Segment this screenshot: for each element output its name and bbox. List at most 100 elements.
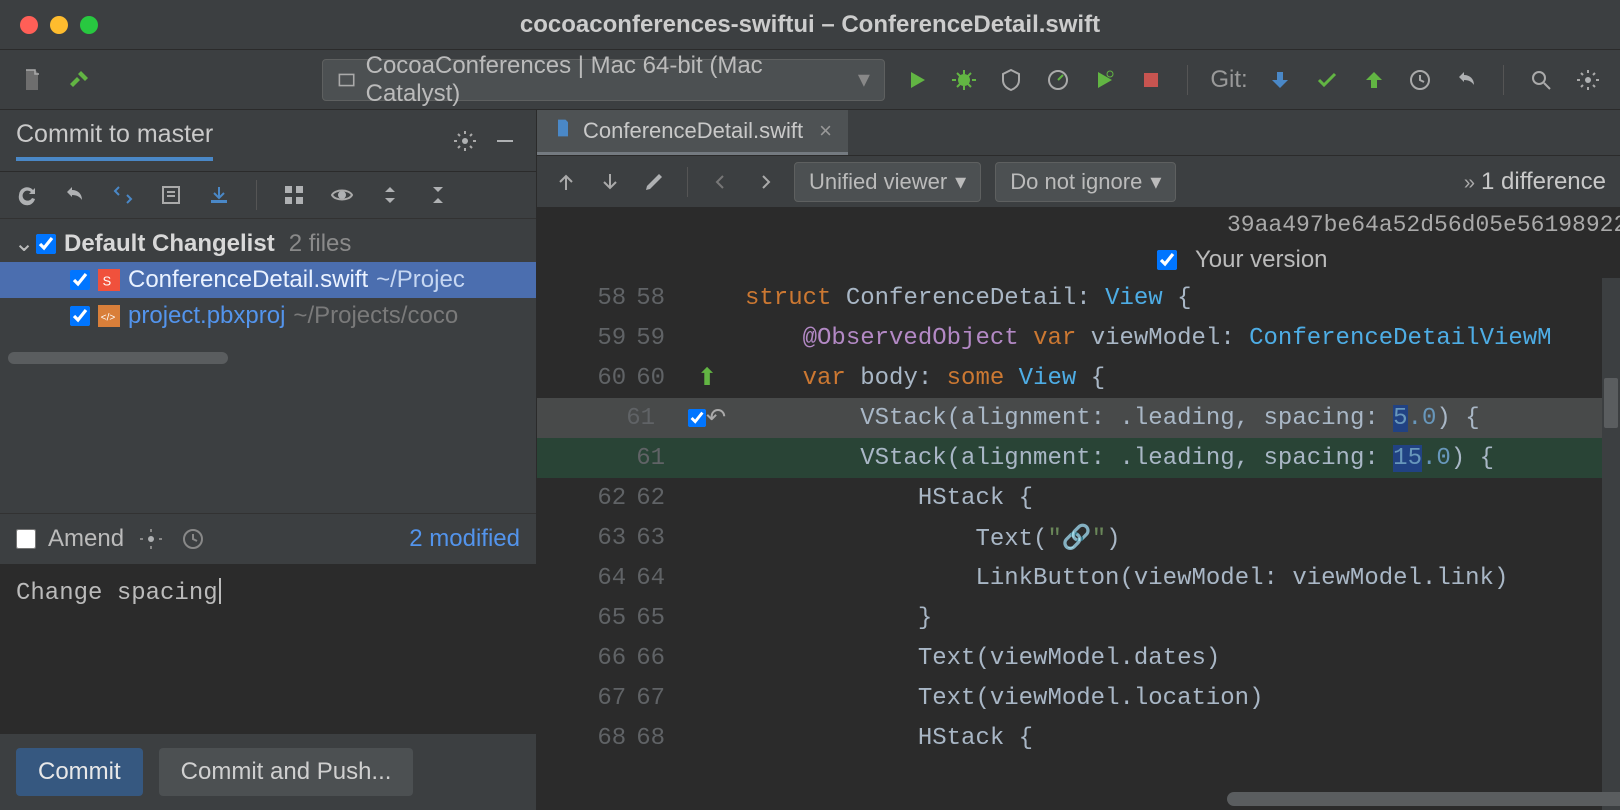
marker-bar[interactable] — [1602, 278, 1620, 810]
attach-icon[interactable] — [1090, 65, 1119, 95]
group-by-icon[interactable] — [279, 180, 309, 210]
diff-toolbar: Unified viewer ▾ Do not ignore ▾ »1 diff… — [537, 156, 1620, 208]
commit-and-push-button[interactable]: Commit and Push... — [159, 748, 414, 796]
git-pull-icon[interactable] — [1266, 65, 1295, 95]
line-number-gutter: 6060 — [537, 365, 677, 392]
zoom-window-button[interactable] — [80, 16, 98, 34]
chevron-down-icon: ▾ — [955, 169, 966, 195]
main-toolbar: CocoaConferences | Mac 64-bit (Mac Catal… — [0, 50, 1620, 110]
refresh-icon[interactable] — [12, 180, 42, 210]
code-line[interactable]: 6565 } — [537, 598, 1620, 638]
diff-icon[interactable] — [108, 180, 138, 210]
text-cursor — [219, 578, 221, 604]
code-line[interactable]: 6363 Text("🔗") — [537, 518, 1620, 558]
changelist-icon[interactable] — [156, 180, 186, 210]
next-change-icon[interactable] — [595, 167, 625, 197]
your-version-checkbox[interactable] — [1157, 250, 1177, 270]
edit-icon[interactable] — [639, 167, 669, 197]
commit-message-text: Change spacing — [16, 580, 218, 607]
code-line[interactable]: 6464 LinkButton(viewModel: viewModel.lin… — [537, 558, 1620, 598]
file-checkbox[interactable] — [70, 270, 90, 290]
ignore-mode-selector[interactable]: Do not ignore ▾ — [995, 162, 1176, 202]
line-number-gutter: 6565 — [537, 605, 677, 632]
profile-icon[interactable] — [1043, 65, 1072, 95]
settings-gear-icon[interactable] — [1573, 65, 1602, 95]
line-number-gutter: 6666 — [537, 645, 677, 672]
file-checkbox[interactable] — [70, 306, 90, 326]
editor-area: ConferenceDetail.swift × Unified viewer … — [537, 110, 1620, 810]
horizontal-scrollbar[interactable] — [8, 352, 228, 364]
changelist-node[interactable]: ⌄ Default Changelist 2 files — [0, 225, 536, 262]
hammer-build-icon[interactable] — [65, 65, 94, 95]
close-window-button[interactable] — [20, 16, 38, 34]
your-version-row: Your version — [537, 242, 1620, 278]
commit-panel-header: Commit to master — [0, 110, 536, 172]
code-content: Text("🔗") — [737, 523, 1121, 553]
expand-icon[interactable] — [375, 180, 405, 210]
code-line[interactable]: 6262 HStack { — [537, 478, 1620, 518]
back-icon[interactable] — [706, 167, 736, 197]
chevron-down-icon: ▾ — [858, 65, 870, 94]
git-commit-icon[interactable] — [1312, 65, 1341, 95]
code-line[interactable]: 5959 @ObservedObject var viewModel: Conf… — [537, 318, 1620, 358]
run-configuration-selector[interactable]: CocoaConferences | Mac 64-bit (Mac Catal… — [322, 59, 885, 101]
commit-message-field[interactable]: Change spacing — [0, 564, 536, 734]
commit-button[interactable]: Commit — [16, 748, 143, 796]
git-push-icon[interactable] — [1359, 65, 1388, 95]
git-history-icon[interactable] — [1406, 65, 1435, 95]
code-content: Text(viewModel.location) — [737, 685, 1264, 712]
history-icon[interactable] — [178, 524, 208, 554]
gear-icon[interactable] — [450, 126, 480, 156]
modified-count[interactable]: 2 modified — [409, 525, 520, 553]
chevron-down-icon: ▾ — [1150, 169, 1161, 195]
scroll-marker[interactable] — [1604, 378, 1618, 428]
file-path: ~/Projec — [376, 266, 465, 294]
prev-change-icon[interactable] — [551, 167, 581, 197]
changelist-tree[interactable]: ⌄ Default Changelist 2 files S Conferenc… — [0, 219, 536, 513]
collapse-icon[interactable] — [423, 180, 453, 210]
file-row[interactable]: </> project.pbxproj ~/Projects/coco — [0, 298, 536, 334]
file-row[interactable]: S ConferenceDetail.swift ~/Projec — [0, 262, 536, 298]
gear-icon[interactable] — [136, 524, 166, 554]
editor-tab[interactable]: ConferenceDetail.swift × — [537, 110, 848, 155]
code-line[interactable]: 61 ↶ VStack(alignment: .leading, spacing… — [537, 398, 1620, 438]
minimize-window-button[interactable] — [50, 16, 68, 34]
changelist-checkbox[interactable] — [36, 234, 56, 254]
amend-checkbox[interactable] — [16, 529, 36, 549]
tab-title: ConferenceDetail.swift — [583, 118, 803, 144]
code-line[interactable]: 61 VStack(alignment: .leading, spacing: … — [537, 438, 1620, 478]
open-file-icon[interactable] — [18, 65, 47, 95]
code-content: LinkButton(viewModel: viewModel.link) — [737, 565, 1508, 592]
shelve-icon[interactable] — [204, 180, 234, 210]
close-tab-icon[interactable]: × — [819, 118, 832, 144]
line-number-gutter: 61 — [537, 445, 677, 472]
code-line[interactable]: 6060⬆ var body: some View { — [537, 358, 1620, 398]
run-icon[interactable] — [903, 65, 932, 95]
view-options-icon[interactable] — [327, 180, 357, 210]
debug-icon[interactable] — [950, 65, 979, 95]
forward-icon[interactable] — [750, 167, 780, 197]
code-line[interactable]: 6666 Text(viewModel.dates) — [537, 638, 1620, 678]
code-line[interactable]: 6767 Text(viewModel.location) — [537, 678, 1620, 718]
viewer-mode-selector[interactable]: Unified viewer ▾ — [794, 162, 981, 202]
toolbar-separator — [1187, 65, 1188, 95]
coverage-icon[interactable] — [996, 65, 1025, 95]
code-content: HStack { — [737, 725, 1033, 752]
search-icon[interactable] — [1526, 65, 1555, 95]
git-revert-icon[interactable] — [1453, 65, 1482, 95]
diff-action-gutter[interactable]: ↶ — [677, 403, 737, 433]
horizontal-scrollbar[interactable] — [1227, 792, 1620, 806]
stop-icon[interactable] — [1137, 65, 1166, 95]
revision-hash: 39aa497be64a52d56d05e561989221bed238df8d — [537, 208, 1620, 242]
code-line[interactable]: 6868 HStack { — [537, 718, 1620, 758]
line-number-gutter: 5959 — [537, 325, 677, 352]
minimize-panel-icon[interactable] — [490, 126, 520, 156]
viewer-mode-label: Unified viewer — [809, 169, 947, 195]
diff-code-view[interactable]: 5858struct ConferenceDetail: View {5959 … — [537, 278, 1620, 810]
code-line[interactable]: 5858struct ConferenceDetail: View { — [537, 278, 1620, 318]
chevron-down-icon: ⌄ — [14, 229, 28, 258]
rollback-icon[interactable] — [60, 180, 90, 210]
changelist-name: Default Changelist — [64, 230, 275, 258]
diff-action-gutter[interactable]: ⬆ — [677, 363, 737, 393]
line-number-gutter: 6262 — [537, 485, 677, 512]
